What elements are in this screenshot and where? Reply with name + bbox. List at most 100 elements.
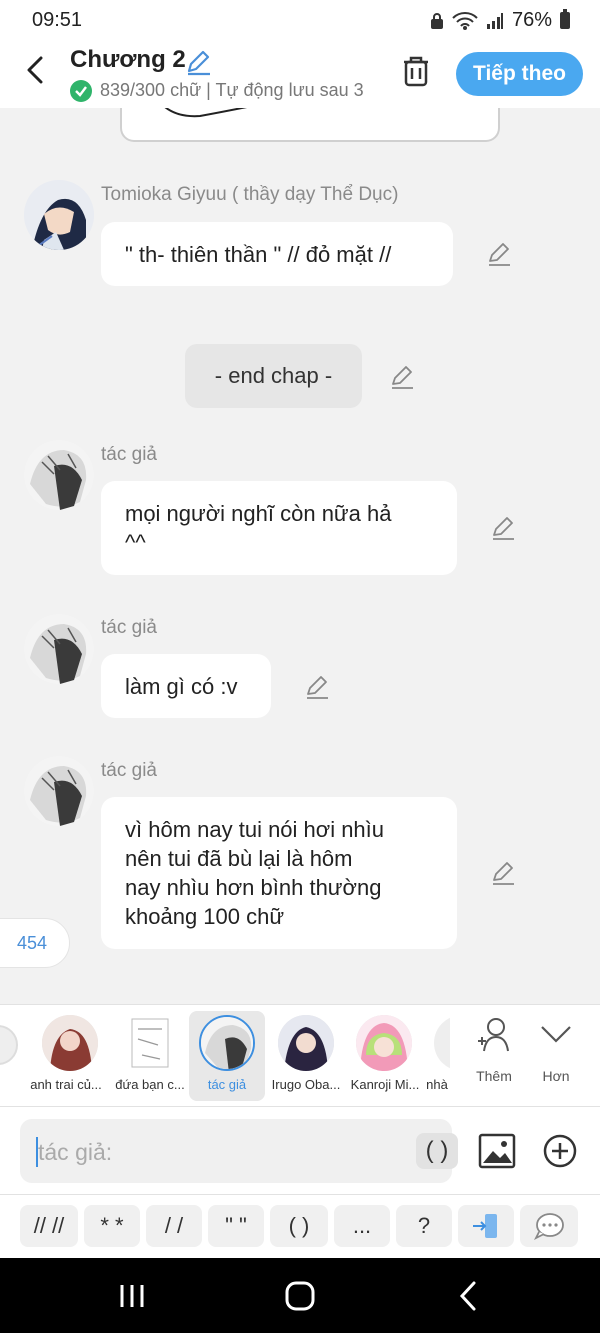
message-text-line: khoảng 100 chữ [125, 904, 285, 929]
wifi-icon [452, 11, 478, 30]
quick-symbol-button[interactable]: " " [208, 1205, 264, 1247]
character-avatar [42, 1015, 98, 1071]
character-name: Irugo Oba... [271, 1077, 341, 1092]
character-item[interactable]: Irugo Oba... [266, 1005, 346, 1107]
expand-label: Hơn [542, 1068, 570, 1084]
speaker-name: Tomioka Giyuu ( thầy dạy Thể Dục) [101, 184, 399, 205]
avatar-tomioka[interactable] [24, 180, 94, 250]
edit-icon[interactable] [486, 241, 512, 267]
character-item-active[interactable]: tác giả [189, 1005, 265, 1107]
message-text-line: nên tui đã bù lại là hôm [125, 846, 353, 871]
battery-percent: 76% [511, 9, 552, 31]
composer: tác giả: ( ) [0, 1106, 600, 1194]
rename-chapter-button[interactable] [184, 48, 212, 81]
narration-bubble[interactable]: - end chap - [185, 344, 362, 408]
signal-icon [486, 12, 503, 29]
speaker-name: tác giả [101, 760, 157, 781]
check-icon [70, 80, 92, 102]
quick-symbol-button[interactable]: * * [84, 1205, 140, 1247]
pencil-icon [187, 50, 210, 76]
character-item[interactable]: đứa bạn c... [110, 1005, 190, 1107]
chevron-down-icon [541, 1026, 571, 1043]
battery-icon [560, 9, 570, 29]
add-person-icon [478, 1018, 509, 1052]
next-button[interactable]: Tiếp theo [456, 52, 583, 96]
edit-icon[interactable] [490, 860, 516, 886]
character-avatar [122, 1015, 178, 1071]
parentheses-button[interactable]: ( ) [416, 1133, 458, 1169]
message-text-line: mọi người nghĩ còn nữa hả [125, 501, 392, 526]
quick-symbol-button[interactable]: ... [334, 1205, 390, 1247]
back-button[interactable] [20, 52, 50, 88]
trash-icon [404, 56, 428, 87]
message-bubble[interactable]: làm gì có :v [101, 654, 271, 718]
transfer-icon [473, 1214, 497, 1238]
character-selector: anh trai củ... đứa bạn c... tác giả Irug… [0, 1004, 600, 1106]
speaker-name: tác giả [101, 617, 157, 638]
home-icon[interactable] [284, 1280, 316, 1312]
character-item[interactable]: Kanroji Mi... [344, 1005, 424, 1107]
delete-button[interactable] [400, 54, 432, 93]
status-bar: 09:51 76% [0, 0, 600, 42]
insert-image-button[interactable] [478, 1133, 516, 1174]
character-name: Kanroji Mi... [350, 1077, 420, 1092]
quick-symbol-button[interactable]: / / [146, 1205, 202, 1247]
quick-symbol-button[interactable]: // // [20, 1205, 78, 1247]
add-character-button[interactable]: Thêm [464, 1015, 524, 1084]
character-name: tác giả [207, 1077, 247, 1092]
character-avatar [199, 1015, 255, 1071]
character-avatar [434, 1015, 450, 1071]
avatar-author[interactable] [24, 756, 94, 826]
quick-symbol-button[interactable]: ( ) [270, 1205, 328, 1247]
edit-icon[interactable] [490, 515, 516, 541]
message-text-line: ^^ [125, 530, 146, 555]
character-count-badge[interactable]: 454 [0, 918, 70, 968]
chat-bubble-icon [533, 1213, 564, 1240]
message-text-line: nay nhìu hơn bình thường [125, 875, 382, 900]
add-character-label: Thêm [476, 1068, 512, 1084]
character-name: anh trai củ... [30, 1077, 102, 1092]
status-icons: 76% [430, 9, 570, 32]
editor-header: Chương 2 839/300 chữ | Tự động lưu sau 3… [0, 42, 600, 108]
narration-text: - end chap - [214, 363, 333, 388]
message-input[interactable]: tác giả: ( ) [20, 1119, 458, 1183]
image-message[interactable] [120, 108, 500, 142]
character-avatar [356, 1015, 412, 1071]
input-placeholder: tác giả: [38, 1139, 113, 1165]
character-avatar [278, 1015, 334, 1071]
character-name: nhà [426, 1077, 448, 1092]
expand-button[interactable]: Hơn [526, 1015, 586, 1084]
system-nav-bar [0, 1258, 600, 1333]
status-time: 09:51 [32, 9, 83, 31]
plus-circle-icon [543, 1134, 577, 1168]
message-text: " th- thiên thần " // đỏ mặt // [125, 241, 392, 267]
edit-icon[interactable] [389, 364, 415, 390]
recent-apps-icon[interactable] [118, 1282, 146, 1310]
transfer-button[interactable] [458, 1205, 514, 1247]
message-bubble[interactable]: mọi người nghĩ còn nữa hả ^^ [101, 481, 457, 575]
sketch-image [164, 108, 248, 118]
add-button[interactable] [542, 1133, 578, 1174]
image-icon [478, 1133, 516, 1169]
character-name: đứa bạn c... [115, 1077, 185, 1092]
lock-icon [430, 12, 443, 29]
character-item[interactable]: anh trai củ... [30, 1005, 110, 1107]
message-bubble[interactable]: " th- thiên thần " // đỏ mặt // [101, 222, 453, 286]
word-count-status: 839/300 chữ | Tự động lưu sau 3 [100, 80, 364, 100]
nav-back-icon[interactable] [456, 1280, 480, 1312]
character-item[interactable]: nhà [424, 1005, 450, 1107]
message-bubble[interactable]: vì hôm nay tui nói hơi nhìu nên tui đã b… [101, 797, 457, 949]
back-icon [27, 56, 43, 84]
chapter-title[interactable]: Chương 2 [70, 46, 186, 74]
quick-symbol-button[interactable]: ? [396, 1205, 452, 1247]
message-text: làm gì có :v [125, 673, 238, 699]
partial-avatar [0, 1025, 18, 1065]
chat-button[interactable] [520, 1205, 578, 1247]
message-text-line: vì hôm nay tui nói hơi nhìu [125, 817, 385, 842]
edit-icon[interactable] [304, 674, 330, 700]
avatar-author[interactable] [24, 614, 94, 684]
speaker-name: tác giả [101, 444, 157, 465]
quick-symbols-bar: // // * * / / " " ( ) ... ? [0, 1194, 600, 1258]
chat-area[interactable]: Tomioka Giyuu ( thầy dạy Thể Dục) " th- … [0, 108, 600, 1004]
avatar-author[interactable] [24, 440, 94, 510]
